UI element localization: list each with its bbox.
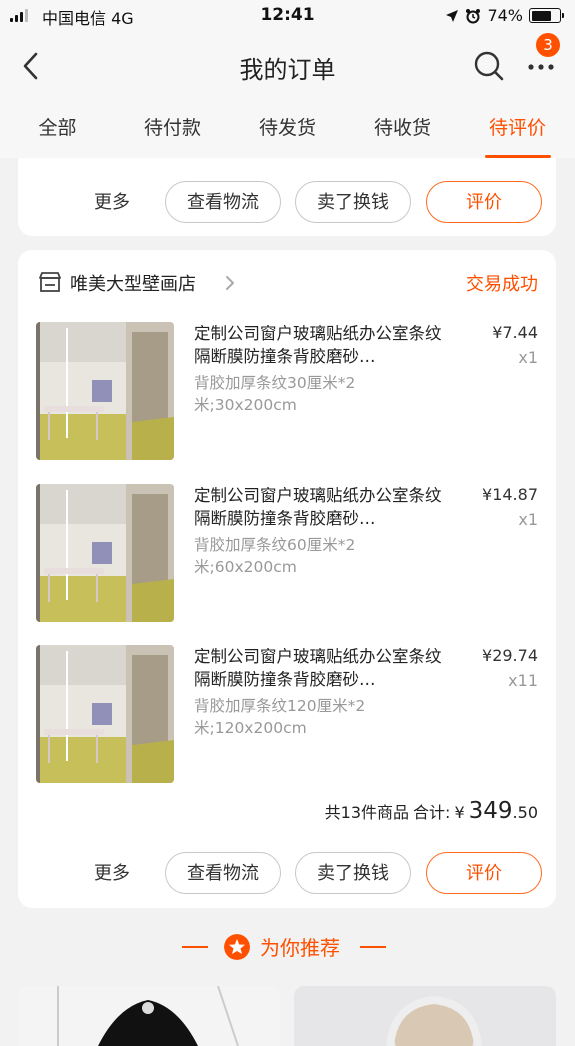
order-actions: 更多 查看物流 卖了换钱 评价 bbox=[18, 181, 556, 225]
product-image[interactable] bbox=[36, 322, 174, 460]
product-price: ¥7.44 bbox=[492, 323, 538, 342]
product-price: ¥29.74 bbox=[482, 646, 538, 665]
list-item[interactable]: 定制公司窗户玻璃贴纸办公室条纹隔断膜防撞条背胶磨砂… 背胶加厚条纹60厘米*2米… bbox=[18, 484, 556, 624]
product-title[interactable]: 定制公司窗户玻璃贴纸办公室条纹隔断膜防撞条背胶磨砂… bbox=[194, 484, 446, 530]
nav-header: 我的订单 3 bbox=[0, 33, 575, 98]
total-count: 共13件商品 bbox=[324, 803, 410, 822]
tab-pending-receipt[interactable]: 待收货 bbox=[345, 98, 460, 158]
list-item[interactable]: 定制公司窗户玻璃贴纸办公室条纹隔断膜防撞条背胶磨砂… 背胶加厚条纹30厘米*2米… bbox=[18, 322, 556, 462]
order-status: 交易成功 bbox=[466, 274, 538, 295]
resell-button[interactable]: 卖了换钱 bbox=[295, 181, 411, 223]
recommend-item[interactable] bbox=[18, 986, 280, 1046]
more-actions-button[interactable]: 更多 bbox=[94, 852, 130, 896]
product-sku: 背胶加厚条纹120厘米*2米;120x200cm bbox=[194, 697, 366, 737]
battery-percent: 74% bbox=[487, 6, 523, 25]
review-button[interactable]: 评价 bbox=[426, 181, 542, 223]
order-actions: 更多 查看物流 卖了换钱 评价 bbox=[18, 852, 556, 896]
store-icon bbox=[39, 272, 61, 292]
product-image[interactable] bbox=[36, 484, 174, 622]
total-currency: ¥ bbox=[454, 803, 465, 822]
chevron-right-icon bbox=[226, 276, 234, 290]
location-icon bbox=[446, 9, 459, 22]
notification-badge: 3 bbox=[536, 33, 560, 57]
divider bbox=[182, 946, 208, 948]
product-quantity: x1 bbox=[518, 348, 538, 367]
product-quantity: x11 bbox=[508, 671, 538, 690]
store-header[interactable]: 唯美大型壁画店 交易成功 bbox=[18, 262, 556, 302]
list-item[interactable]: 定制公司窗户玻璃贴纸办公室条纹隔断膜防撞条背胶磨砂… 背胶加厚条纹120厘米*2… bbox=[18, 645, 556, 785]
review-button[interactable]: 评价 bbox=[426, 852, 542, 894]
product-price: ¥14.87 bbox=[482, 485, 538, 504]
product-sku: 背胶加厚条纹30厘米*2米;30x200cm bbox=[194, 374, 356, 414]
resell-button[interactable]: 卖了换钱 bbox=[295, 852, 411, 894]
order-tabs: 全部 待付款 待发货 待收货 待评价 bbox=[0, 98, 575, 158]
order-card-previous: 更多 查看物流 卖了换钱 评价 bbox=[18, 158, 556, 236]
recommend-item[interactable] bbox=[294, 986, 556, 1046]
status-bar: 中国电信 4G 12:41 74% bbox=[0, 0, 575, 34]
product-image[interactable] bbox=[36, 645, 174, 783]
order-total: 共13件商品 合计: ¥ 349.50 bbox=[325, 798, 538, 824]
order-card: 唯美大型壁画店 交易成功 定制公司窗户玻璃贴纸办公室条纹隔断膜防撞条背胶磨砂… … bbox=[18, 250, 556, 908]
divider bbox=[360, 946, 386, 948]
product-sku: 背胶加厚条纹60厘米*2米;60x200cm bbox=[194, 536, 356, 576]
star-icon bbox=[224, 934, 250, 960]
search-icon[interactable] bbox=[472, 49, 506, 83]
total-amount-integer: 349 bbox=[468, 798, 513, 824]
tab-pending-shipment[interactable]: 待发货 bbox=[230, 98, 345, 158]
more-actions-button[interactable]: 更多 bbox=[94, 181, 130, 225]
total-label: 合计: bbox=[413, 803, 451, 822]
recommend-header: 为你推荐 bbox=[0, 930, 575, 964]
product-quantity: x1 bbox=[518, 510, 538, 529]
recommend-label: 为你推荐 bbox=[260, 936, 340, 960]
view-logistics-button[interactable]: 查看物流 bbox=[165, 852, 281, 894]
alarm-icon bbox=[466, 8, 481, 23]
total-amount-decimal: .50 bbox=[512, 803, 538, 822]
tab-pending-review[interactable]: 待评价 bbox=[460, 98, 575, 158]
view-logistics-button[interactable]: 查看物流 bbox=[165, 181, 281, 223]
store-name[interactable]: 唯美大型壁画店 bbox=[70, 270, 196, 296]
tab-pending-payment[interactable]: 待付款 bbox=[115, 98, 230, 158]
battery-icon bbox=[529, 8, 564, 23]
tab-all[interactable]: 全部 bbox=[0, 98, 115, 158]
product-title[interactable]: 定制公司窗户玻璃贴纸办公室条纹隔断膜防撞条背胶磨砂… bbox=[194, 645, 446, 691]
product-title[interactable]: 定制公司窗户玻璃贴纸办公室条纹隔断膜防撞条背胶磨砂… bbox=[194, 322, 446, 368]
